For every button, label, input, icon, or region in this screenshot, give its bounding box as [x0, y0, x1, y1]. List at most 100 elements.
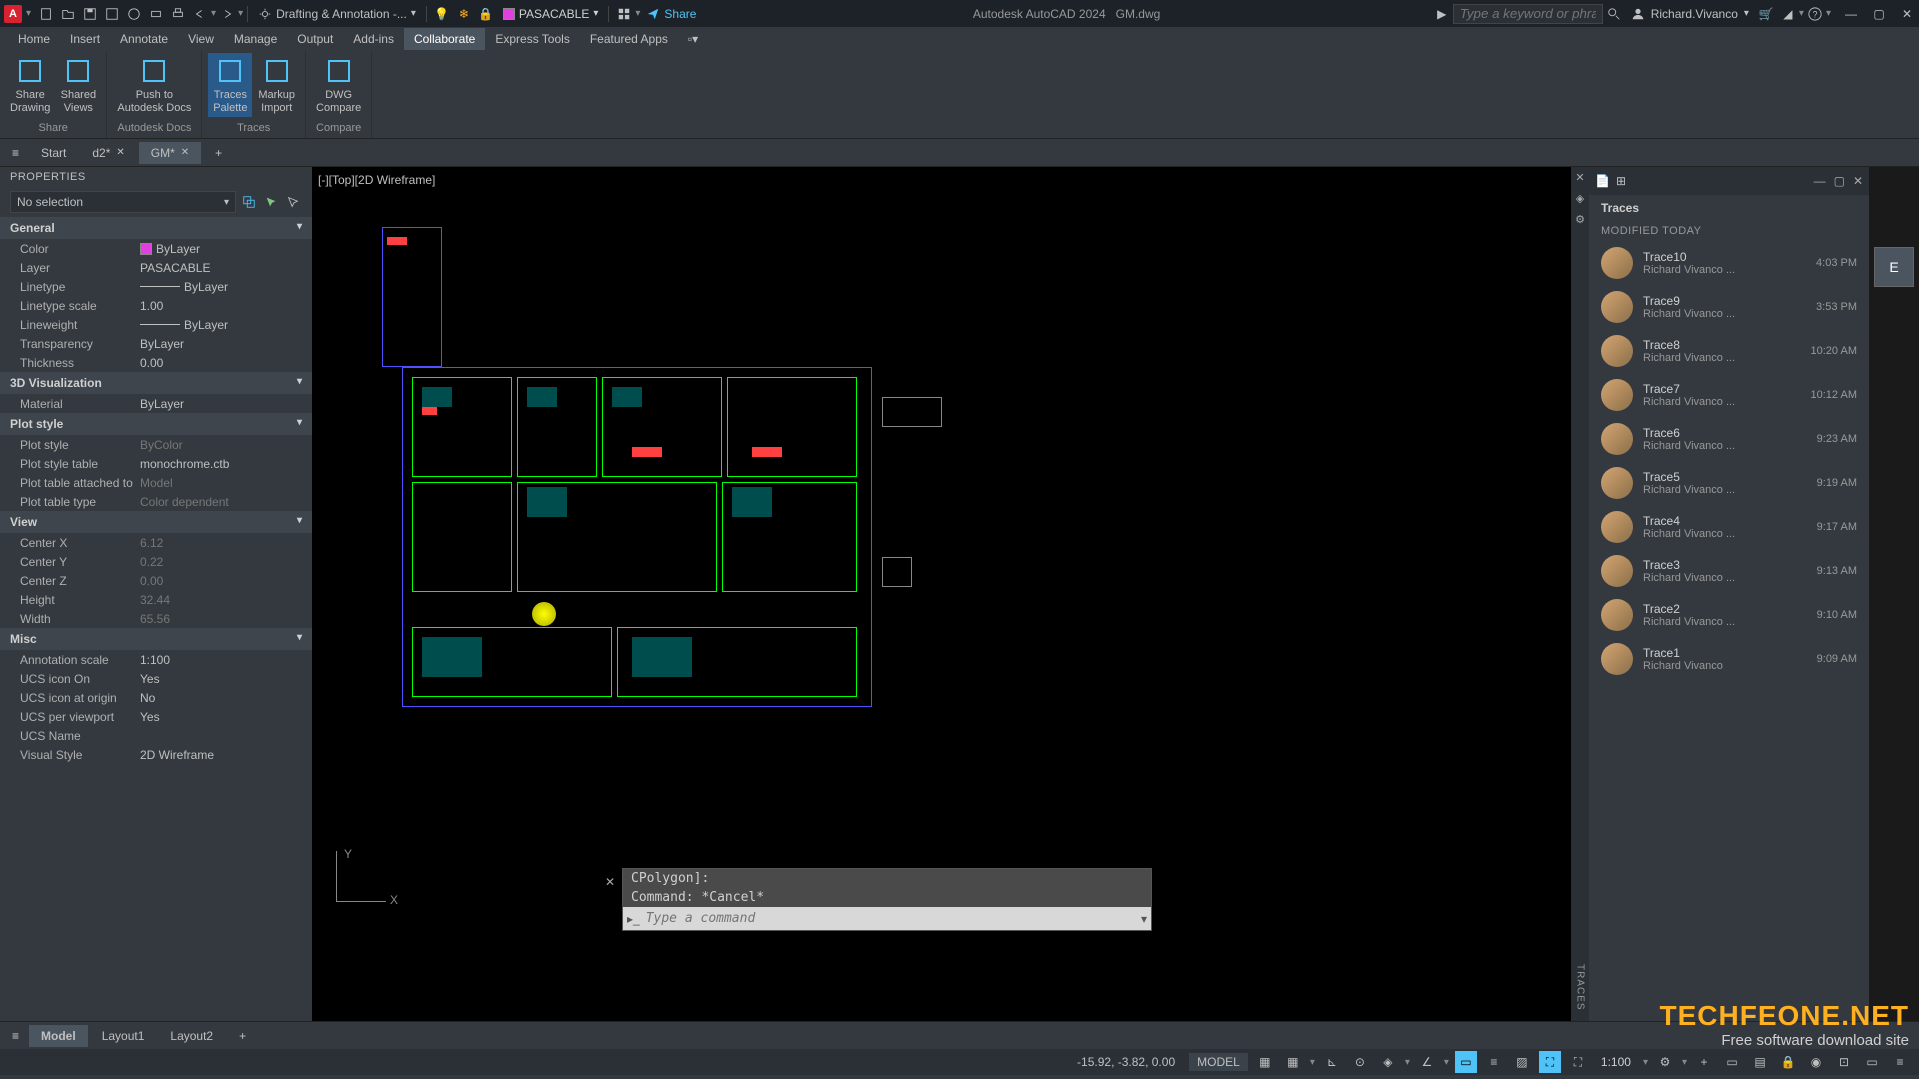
maximize-button[interactable]: ▢	[1871, 6, 1887, 22]
props-row[interactable]: Center Y0.22	[0, 552, 312, 571]
props-value[interactable]: monochrome.ctb	[140, 457, 302, 471]
isolate-icon[interactable]: ◉	[1805, 1051, 1827, 1073]
ortho-icon[interactable]: ⊾	[1321, 1051, 1343, 1073]
trace-item[interactable]: Trace3Richard Vivanco ...9:13 AM	[1589, 549, 1869, 593]
props-value[interactable]: ByLayer	[140, 318, 302, 332]
units-icon[interactable]: ▭	[1721, 1051, 1743, 1073]
drawing-canvas[interactable]: [-][Top][2D Wireframe]	[312, 167, 1589, 1021]
menu-overflow-icon[interactable]: ▫▾	[678, 28, 708, 50]
props-row[interactable]: Height32.44	[0, 590, 312, 609]
cmdline-close-icon[interactable]: ✕	[605, 875, 615, 889]
chevron-down-icon[interactable]: ▾	[1444, 1057, 1449, 1068]
user-menu[interactable]: Richard.Vivanco ▾	[1625, 7, 1755, 21]
trace-item[interactable]: Trace7Richard Vivanco ...10:12 AM	[1589, 373, 1869, 417]
share-button[interactable]: Share	[640, 7, 702, 21]
menu-tab-featured-apps[interactable]: Featured Apps	[580, 28, 678, 50]
lockui-icon[interactable]: 🔒	[1777, 1051, 1799, 1073]
trace-settings-icon[interactable]: ⊞	[1616, 174, 1626, 188]
props-row[interactable]: LinetypeByLayer	[0, 277, 312, 296]
web-icon[interactable]	[124, 4, 144, 24]
props-row[interactable]: Width65.56	[0, 609, 312, 628]
close-button[interactable]: ✕	[1899, 6, 1915, 22]
saveas-icon[interactable]	[102, 4, 122, 24]
undo-icon[interactable]	[190, 4, 210, 24]
props-row[interactable]: Annotation scale1:100	[0, 650, 312, 669]
props-row[interactable]: UCS icon at originNo	[0, 688, 312, 707]
props-value[interactable]: 1.00	[140, 299, 302, 313]
layer-selector[interactable]: PASACABLE ▾	[497, 7, 605, 21]
chevron-down-icon[interactable]: ▾	[1799, 8, 1804, 19]
new-trace-icon[interactable]: 📄	[1595, 174, 1610, 188]
osnap-icon[interactable]: ∠	[1416, 1051, 1438, 1073]
annoscale-icon[interactable]: ⛶	[1567, 1051, 1589, 1073]
props-row[interactable]: UCS icon OnYes	[0, 669, 312, 688]
app-menu-chevron[interactable]: ▾	[26, 8, 31, 19]
props-section-header[interactable]: 3D Visualization▾	[0, 372, 312, 394]
new-icon[interactable]	[36, 4, 56, 24]
redo-icon[interactable]	[217, 4, 237, 24]
bulb-icon[interactable]: 💡	[432, 4, 452, 24]
add-layout-button[interactable]: +	[227, 1025, 258, 1047]
panel-close-icon[interactable]: ✕	[1575, 171, 1584, 184]
print-icon[interactable]	[168, 4, 188, 24]
close-icon[interactable]: ✕	[181, 147, 189, 158]
isodraft-icon[interactable]: ◈	[1377, 1051, 1399, 1073]
search-arrow-icon[interactable]: ▶	[1432, 4, 1452, 24]
command-input[interactable]	[640, 909, 1141, 928]
props-value[interactable]: ByLayer	[140, 397, 302, 411]
props-value[interactable]: Yes	[140, 672, 302, 686]
search-icon[interactable]	[1604, 4, 1624, 24]
file-tab[interactable]: d2*✕	[80, 142, 136, 164]
props-row[interactable]: Plot table attached toModel	[0, 473, 312, 492]
props-row[interactable]: Plot table typeColor dependent	[0, 492, 312, 511]
panel-pin-icon[interactable]: ◈	[1576, 192, 1584, 205]
viewport-label[interactable]: [-][Top][2D Wireframe]	[318, 173, 435, 187]
file-tab[interactable]: GM*✕	[139, 142, 201, 164]
hamburger-icon[interactable]: ≡	[4, 142, 27, 164]
props-value[interactable]: 2D Wireframe	[140, 748, 302, 762]
undo-dropdown[interactable]: ▾	[211, 8, 216, 19]
chevron-down-icon[interactable]: ▾	[1643, 1057, 1648, 1068]
props-value[interactable]: 0.00	[140, 356, 302, 370]
cleanscreen-icon[interactable]: ▭	[1861, 1051, 1883, 1073]
trace-item[interactable]: Trace10Richard Vivanco ...4:03 PM	[1589, 241, 1869, 285]
ribbon-btn-dwg[interactable]: DWGCompare	[312, 53, 365, 117]
props-value[interactable]: 1:100	[140, 653, 302, 667]
ribbon-btn-push-to[interactable]: Push toAutodesk Docs	[113, 53, 195, 117]
layout-tab[interactable]: Layout2	[158, 1025, 225, 1047]
props-value[interactable]: PASACABLE	[140, 261, 302, 275]
props-value[interactable]: ByLayer	[140, 242, 302, 256]
chevron-down-icon[interactable]: ▾	[1310, 1057, 1315, 1068]
props-row[interactable]: MaterialByLayer	[0, 394, 312, 413]
trace-item[interactable]: Trace4Richard Vivanco ...9:17 AM	[1589, 505, 1869, 549]
cmd-dropdown-icon[interactable]: ▾	[1141, 912, 1147, 926]
props-row[interactable]: LineweightByLayer	[0, 315, 312, 334]
props-value[interactable]: Yes	[140, 710, 302, 724]
panel-settings-icon[interactable]: ⚙	[1575, 213, 1585, 226]
menu-tab-manage[interactable]: Manage	[224, 28, 287, 50]
trace-item[interactable]: Trace9Richard Vivanco ...3:53 PM	[1589, 285, 1869, 329]
coordinates[interactable]: -15.92, -3.82, 0.00	[1069, 1055, 1183, 1069]
layout-tab[interactable]: Layout1	[90, 1025, 157, 1047]
trace-item[interactable]: Trace6Richard Vivanco ...9:23 AM	[1589, 417, 1869, 461]
quickprops-icon[interactable]: ▤	[1749, 1051, 1771, 1073]
trace-item[interactable]: Trace8Richard Vivanco ...10:20 AM	[1589, 329, 1869, 373]
autodesk-icon[interactable]: ◢	[1778, 4, 1798, 24]
props-row[interactable]: Visual Style2D Wireframe	[0, 745, 312, 764]
props-section-header[interactable]: General▾	[0, 217, 312, 239]
polar-icon[interactable]: ⊙	[1349, 1051, 1371, 1073]
save-icon[interactable]	[80, 4, 100, 24]
props-row[interactable]: UCS Name	[0, 726, 312, 745]
chevron-down-icon[interactable]: ▾	[1826, 8, 1831, 19]
close-icon[interactable]: ✕	[116, 147, 124, 158]
help-icon[interactable]: ?	[1805, 4, 1825, 24]
menu-tab-express-tools[interactable]: Express Tools	[485, 28, 579, 50]
freeze-icon[interactable]: ❄	[454, 4, 474, 24]
snap-toggle-icon[interactable]: ▦	[1282, 1051, 1304, 1073]
hardware-icon[interactable]: ⊡	[1833, 1051, 1855, 1073]
selection-dropdown[interactable]: No selection ▾	[10, 191, 236, 213]
customize-icon[interactable]: ≡	[1889, 1051, 1911, 1073]
menu-tab-output[interactable]: Output	[287, 28, 343, 50]
panel-minimize-icon[interactable]: —	[1814, 174, 1826, 188]
model-space-badge[interactable]: MODEL	[1189, 1053, 1248, 1071]
